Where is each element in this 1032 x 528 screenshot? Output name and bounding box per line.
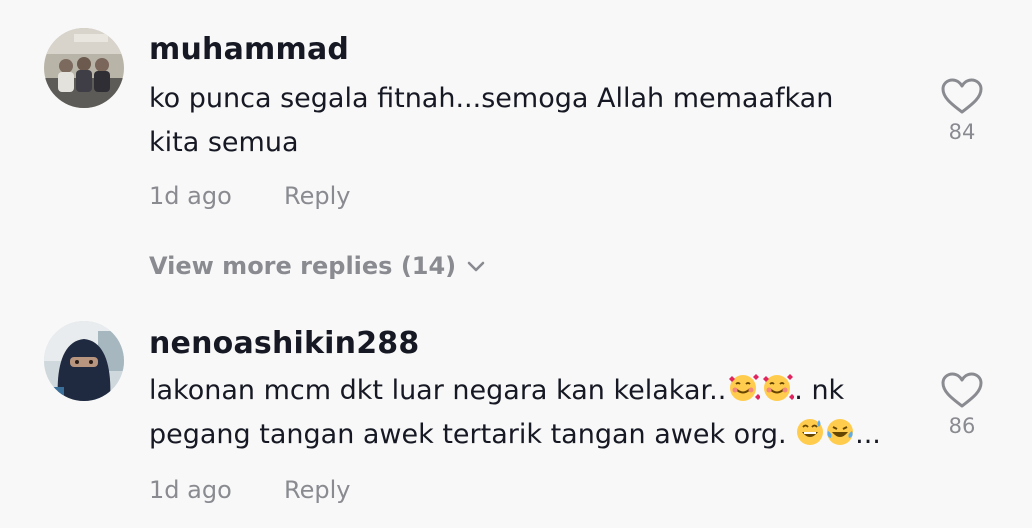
like-control: 84: [936, 76, 988, 144]
comment-timestamp: 1d ago: [149, 476, 232, 504]
niqab-selfie-avatar-icon: [44, 321, 124, 401]
smiling-face-with-hearts-icon: [763, 374, 795, 401]
reply-button[interactable]: Reply: [284, 182, 350, 210]
comment-text-line: kita semua: [149, 127, 299, 158]
comment-username[interactable]: muhammad: [149, 32, 349, 67]
comment-text: ko punca segala fitnah...semoga Allah me…: [149, 77, 909, 165]
comment-text: lakonan mcm dkt luar negara kan kelakar.…: [149, 369, 909, 457]
comment-text-segment: . nk: [794, 375, 845, 406]
comment-username[interactable]: nenoashikin288: [149, 326, 419, 361]
heart-icon[interactable]: [936, 370, 988, 410]
comment-item: nenoashikin288 lakonan mcm dkt luar nega…: [0, 300, 1032, 528]
view-more-replies-button[interactable]: View more replies (14): [149, 252, 486, 280]
view-more-label: View more replies (14): [149, 252, 457, 280]
smiling-face-with-hearts-icon: [729, 374, 761, 401]
like-count: 86: [948, 414, 976, 438]
heart-icon[interactable]: [936, 76, 988, 116]
grinning-face-with-sweat-icon: [797, 419, 824, 445]
group-photo-avatar-icon: [44, 28, 124, 108]
comment-text-segment: pegang tangan awek tertarik tangan awek …: [149, 419, 796, 450]
chevron-down-icon: [467, 261, 485, 272]
avatar[interactable]: [44, 321, 124, 401]
face-with-tears-of-joy-icon: [827, 419, 854, 445]
comment-text-line: ko punca segala fitnah...semoga Allah me…: [149, 83, 834, 114]
like-count: 84: [948, 120, 976, 144]
comment-text-line: pegang tangan awek tertarik tangan awek …: [149, 413, 909, 457]
comment-text-line: lakonan mcm dkt luar negara kan kelakar.…: [149, 369, 909, 413]
comment-item: muhammad ko punca segala fitnah...semoga…: [0, 0, 1032, 240]
comment-text-segment: lakonan mcm dkt luar negara kan kelakar.…: [149, 375, 727, 406]
comment-timestamp: 1d ago: [149, 182, 232, 210]
reply-button[interactable]: Reply: [284, 476, 350, 504]
avatar[interactable]: [44, 28, 124, 108]
comment-text-segment: ...: [855, 419, 881, 450]
like-control: 86: [936, 370, 988, 438]
